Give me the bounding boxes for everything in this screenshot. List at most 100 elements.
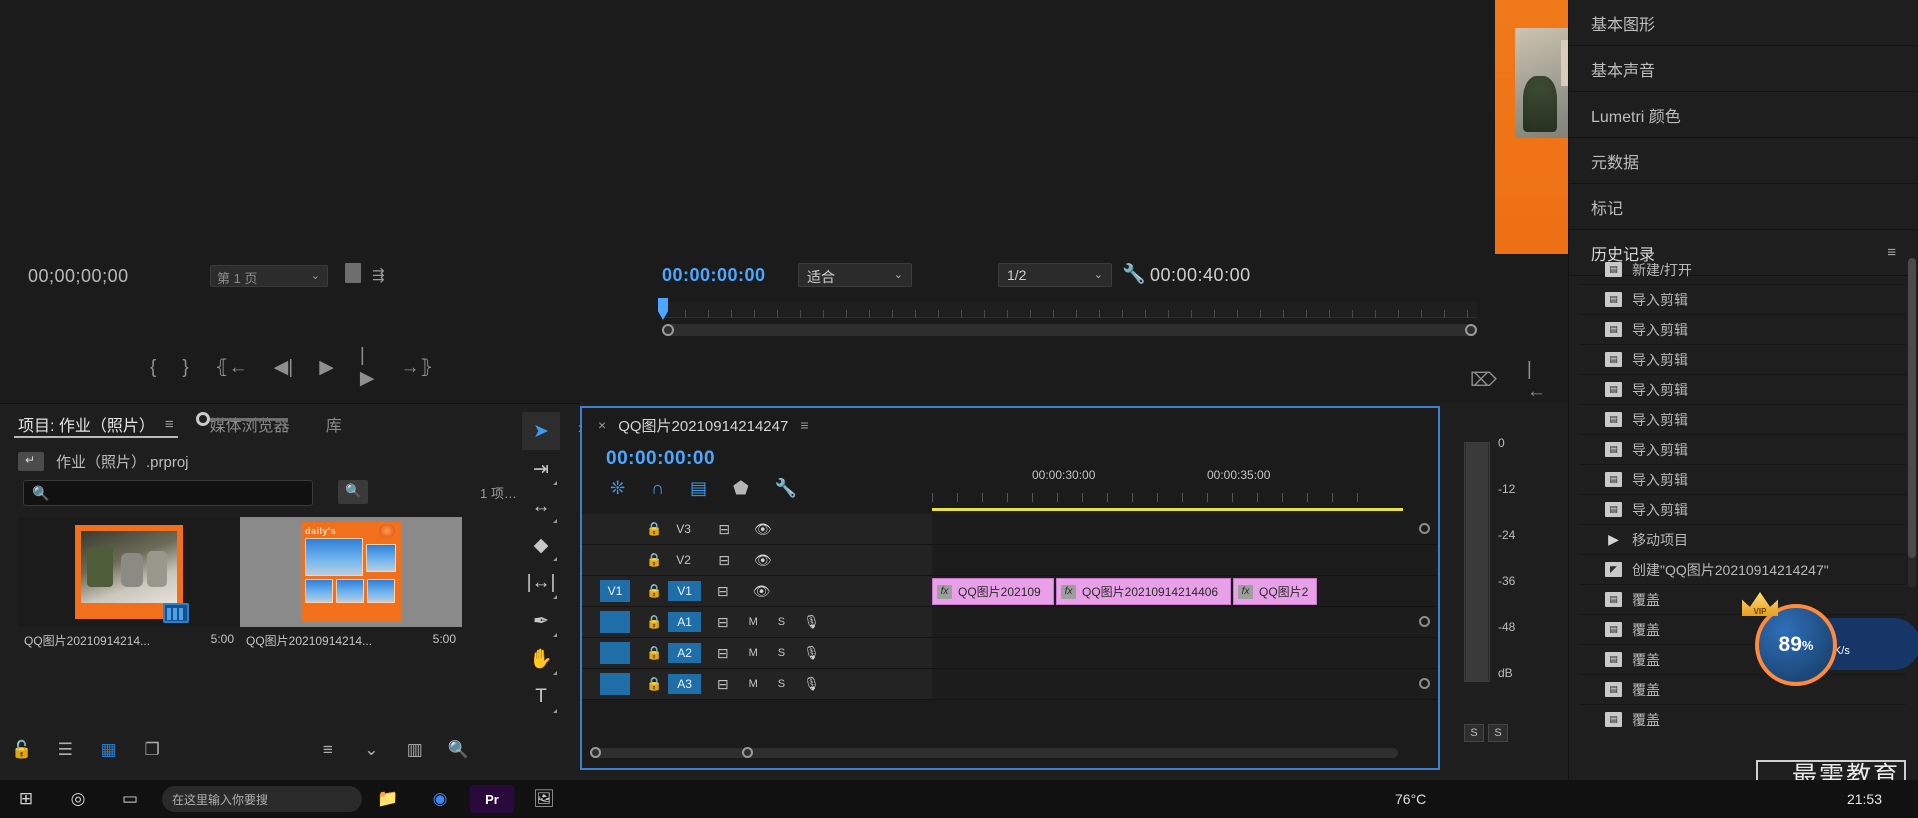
mark-in-icon[interactable]: {: [150, 357, 156, 379]
premiere-icon[interactable]: Pr: [470, 785, 514, 813]
timeline-clip[interactable]: fx QQ图片202109: [932, 578, 1054, 605]
chrome-icon[interactable]: ◉: [414, 780, 466, 818]
track-lane-v1[interactable]: fx QQ图片202109 fx QQ图片20210914214406 fx Q…: [932, 576, 1438, 606]
track-header-a2[interactable]: 🔒 A2 ⊟ M S 🎙: [582, 638, 932, 668]
source-export-frame-button[interactable]: [345, 263, 361, 283]
list-item[interactable]: QQ图片20210914214... 5:00: [18, 517, 240, 648]
track-scroll-dot[interactable]: [1419, 678, 1430, 689]
slip-tool[interactable]: |↔|: [522, 564, 560, 602]
taskbar-search-input[interactable]: 在这里输入你要搜: [162, 786, 362, 812]
parent-folder-icon[interactable]: [18, 452, 44, 471]
timeline-timecode[interactable]: 00:00:00:00: [606, 448, 715, 470]
track-lane-v3[interactable]: [932, 514, 1438, 544]
program-timecode-current[interactable]: 00:00:00:00: [662, 265, 766, 286]
list-item[interactable]: ▤ 导入剪辑: [1579, 435, 1906, 465]
track-mute-a2[interactable]: M: [749, 647, 758, 659]
program-time-ruler[interactable]: [662, 302, 1477, 318]
meter-solo-left[interactable]: S: [1464, 724, 1484, 742]
sync-lock-icon[interactable]: ⊟: [717, 676, 729, 693]
scrollbar-handle-left[interactable]: [590, 747, 601, 758]
program-timecode-duration[interactable]: 00:00:40:00: [1150, 265, 1251, 286]
cortana-icon[interactable]: ◎: [52, 780, 104, 818]
track-header-a3[interactable]: 🔒 A3 ⊟ M S 🎙: [582, 669, 932, 699]
pen-tool[interactable]: ✒: [522, 602, 560, 640]
zoom-slider-knob[interactable]: [196, 412, 210, 426]
project-thumbnail-1[interactable]: [18, 517, 240, 627]
taskbar-clock[interactable]: 21:53: [1847, 791, 1882, 808]
sync-lock-icon[interactable]: ⊟: [717, 583, 729, 600]
marker-icon[interactable]: ⌦: [1470, 369, 1497, 392]
list-item[interactable]: ▤ 导入剪辑: [1579, 375, 1906, 405]
sync-lock-icon[interactable]: ⊟: [717, 614, 729, 631]
icon-view-icon[interactable]: ▦: [87, 740, 130, 760]
track-scroll-dot[interactable]: [1419, 616, 1430, 627]
step-forward-icon[interactable]: |▶: [360, 345, 375, 390]
source-monitor-video-area[interactable]: [0, 0, 440, 258]
microphone-icon[interactable]: 🎙: [803, 645, 820, 661]
track-solo-a1[interactable]: S: [778, 616, 785, 628]
panel-lumetri-color[interactable]: Lumetri 颜色: [1569, 92, 1918, 138]
razor-tool[interactable]: ◆: [522, 526, 560, 564]
snap-icon[interactable]: ∩: [651, 478, 664, 499]
program-fit-selector[interactable]: 适合 ⌄: [798, 263, 912, 287]
source-timecode-current[interactable]: 00;00;00;00: [28, 266, 129, 287]
nested-sequence-icon[interactable]: ❊: [610, 478, 625, 499]
close-icon[interactable]: ×: [598, 417, 606, 433]
project-file-row[interactable]: 作业（照片）.prproj: [18, 451, 189, 472]
play-icon[interactable]: ▶: [319, 356, 334, 379]
tab-libraries[interactable]: 库: [308, 404, 360, 444]
timeline-clip[interactable]: fx QQ图片20210914214406: [1056, 578, 1231, 605]
panel-menu-icon[interactable]: ≡: [800, 417, 808, 433]
track-select-forward-tool[interactable]: ⇥: [522, 450, 560, 488]
list-item[interactable]: ▤ 导入剪辑: [1579, 345, 1906, 375]
track-lane-v2[interactable]: [932, 545, 1438, 575]
track-mute-a3[interactable]: M: [749, 678, 758, 690]
start-icon[interactable]: ⊞: [0, 780, 52, 818]
photo-icon[interactable]: 🖼: [518, 780, 570, 818]
selection-tool[interactable]: ➤: [522, 412, 560, 450]
add-marker-icon[interactable]: ⬟: [733, 478, 749, 499]
linked-selection-icon[interactable]: ▤: [690, 478, 707, 499]
chevron-down-icon[interactable]: ⌄: [350, 740, 393, 760]
track-visibility-icon[interactable]: 👁: [754, 521, 772, 538]
program-resolution-selector[interactable]: 1/2 ⌄: [998, 263, 1112, 287]
scrollbar-handle-right[interactable]: [742, 747, 753, 758]
cpu-usage-badge[interactable]: 89%: [1755, 604, 1837, 686]
list-item[interactable]: ▤ 新建/打开: [1579, 255, 1906, 285]
scrollbar-handle-right[interactable]: [1465, 324, 1477, 336]
list-item[interactable]: ▤ 导入剪辑: [1579, 495, 1906, 525]
settings-icon[interactable]: 🔧: [1122, 262, 1146, 286]
timeline-sequence-title[interactable]: QQ图片20210914214247: [618, 415, 788, 436]
track-target-a3[interactable]: [600, 673, 630, 695]
program-zoom-scrollbar[interactable]: [662, 324, 1477, 336]
history-scrollbar-thumb[interactable]: [1908, 258, 1916, 558]
sync-lock-icon[interactable]: ⊟: [718, 521, 730, 538]
explorer-icon[interactable]: 📁: [362, 780, 414, 818]
tab-project[interactable]: 项目: 作业（照片） ≡: [0, 404, 192, 444]
panel-metadata[interactable]: 元数据: [1569, 138, 1918, 184]
meter-solo-right[interactable]: S: [1488, 724, 1508, 742]
track-solo-a2[interactable]: S: [778, 647, 785, 659]
search-input-field[interactable]: [52, 484, 302, 502]
list-item[interactable]: daily's QQ图片20210914214... 5:00: [240, 517, 462, 648]
lock-icon[interactable]: 🔒: [646, 614, 662, 630]
ripple-edit-tool[interactable]: ↔: [522, 488, 560, 526]
list-view-icon[interactable]: ☰: [43, 740, 86, 760]
go-to-in-icon[interactable]: ⦃←: [215, 356, 248, 379]
track-visibility-icon[interactable]: 👁: [753, 583, 771, 600]
source-page-selector[interactable]: 第 1 页 ⌄: [210, 265, 328, 287]
lock-icon[interactable]: 🔒: [646, 676, 662, 692]
list-item[interactable]: ▤ 覆盖: [1579, 675, 1906, 705]
list-item[interactable]: ▤ 导入剪辑: [1579, 315, 1906, 345]
track-target-v1[interactable]: V1: [600, 580, 630, 602]
go-to-out-icon[interactable]: →⦄: [400, 356, 433, 379]
track-header-v3[interactable]: 🔒 V3 ⊟ 👁: [582, 514, 932, 544]
go-to-in-icon[interactable]: |←: [1527, 359, 1546, 403]
sync-lock-icon[interactable]: ⊟: [717, 645, 729, 662]
find-icon[interactable]: 🔍: [437, 740, 480, 760]
lock-icon[interactable]: 🔒: [646, 583, 662, 599]
microphone-icon[interactable]: 🎙: [803, 614, 820, 630]
sync-lock-icon[interactable]: ⊟: [718, 552, 730, 569]
list-item[interactable]: ▤ 导入剪辑: [1579, 285, 1906, 315]
panel-essential-sound[interactable]: 基本声音: [1569, 46, 1918, 92]
